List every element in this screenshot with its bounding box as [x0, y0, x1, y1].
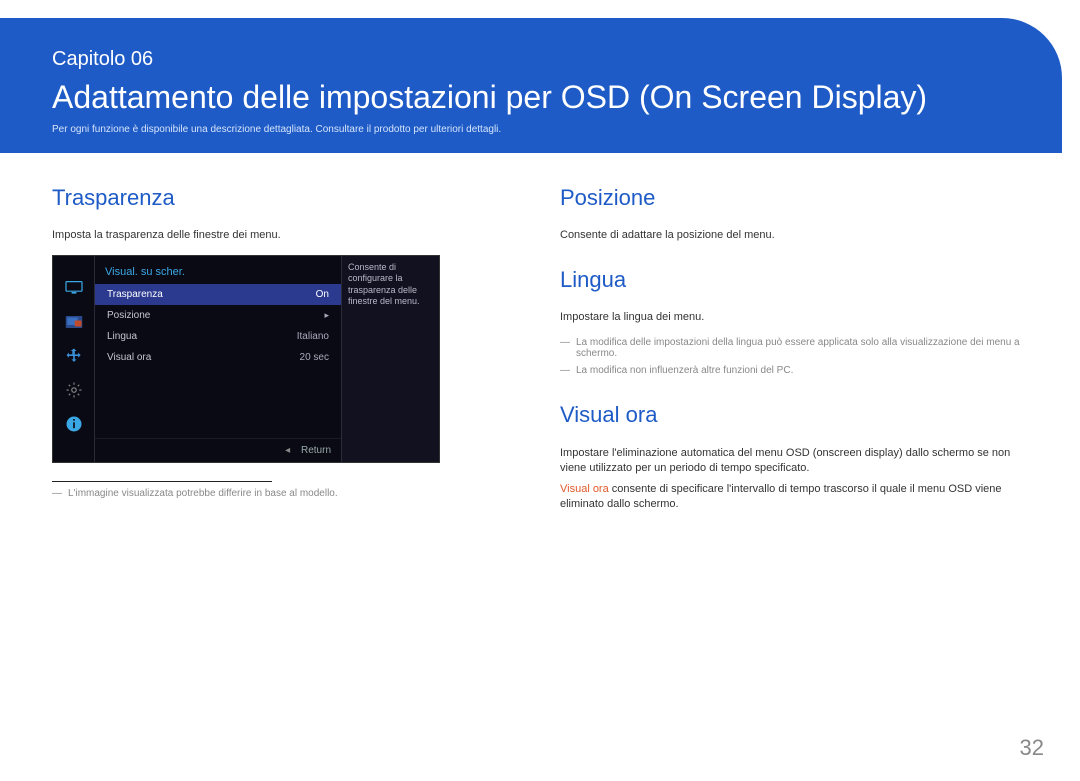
osd-help-panel: Consente di configurare la trasparenza d…: [341, 256, 439, 462]
info-icon: [64, 414, 84, 434]
section-visualora: Visual ora Impostare l'eliminazione auto…: [560, 402, 1028, 511]
desc-trasparenza: Imposta la trasparenza delle finestre de…: [52, 229, 520, 241]
osd-row: Trasparenza On: [95, 284, 341, 305]
section-trasparenza: Trasparenza Imposta la trasparenza delle…: [52, 185, 520, 499]
osd-sidebar: [53, 256, 95, 462]
osd-row: Posizione ▸: [95, 305, 341, 326]
heading-trasparenza: Trasparenza: [52, 185, 520, 211]
heading-visualora: Visual ora: [560, 402, 1028, 428]
visualora-p1: Impostare l'eliminazione automatica del …: [560, 446, 1028, 476]
visualora-p2-rest: consente di specificare l'intervallo di …: [560, 483, 1002, 510]
visualora-highlight: Visual ora: [560, 483, 609, 495]
chapter-title: Adattamento delle impostazioni per OSD (…: [52, 79, 1010, 116]
chevron-right-icon: ▸: [324, 310, 329, 321]
osd-row-label: Visual ora: [107, 352, 151, 363]
chapter-header: Capitolo 06 Adattamento delle impostazio…: [0, 18, 1062, 153]
content-area: Trasparenza Imposta la trasparenza delle…: [0, 153, 1080, 537]
note-lingua-2: La modifica non influenzerà altre funzio…: [560, 365, 1028, 376]
gear-icon: [64, 380, 84, 400]
picture-icon: [64, 312, 84, 332]
chapter-subtitle: Per ogni funzione è disponibile una desc…: [52, 124, 1010, 135]
chapter-label: Capitolo 06: [52, 48, 1010, 71]
osd-row-value: On: [316, 289, 329, 300]
desc-posizione: Consente di adattare la posizione del me…: [560, 229, 1028, 241]
osd-row: Visual ora 20 sec: [95, 347, 341, 368]
page-number: 32: [1020, 735, 1044, 761]
section-lingua: Lingua Impostare la lingua dei menu. La …: [560, 267, 1028, 376]
left-column: Trasparenza Imposta la trasparenza delle…: [52, 185, 520, 537]
right-column: Posizione Consente di adattare la posizi…: [560, 185, 1028, 537]
osd-return-bar: ◂ Return: [95, 438, 341, 462]
note-lingua-1: La modifica delle impostazioni della lin…: [560, 337, 1028, 359]
footnote-image-differ: L'immagine visualizzata potrebbe differi…: [52, 488, 520, 499]
section-posizione: Posizione Consente di adattare la posizi…: [560, 185, 1028, 241]
osd-row-value: Italiano: [297, 331, 329, 342]
osd-row-label: Trasparenza: [107, 289, 163, 300]
arrows-icon: [64, 346, 84, 366]
osd-spacer: [95, 368, 341, 438]
osd-menu-list: Trasparenza On Posizione ▸ Lingua Italiano Vis…: [95, 284, 341, 368]
heading-posizione: Posizione: [560, 185, 1028, 211]
osd-return-label: Return: [301, 445, 331, 456]
osd-row-value: 20 sec: [300, 352, 329, 363]
return-arrow-icon: ◂: [285, 445, 290, 456]
osd-screenshot: Visual. su scher. Trasparenza On Posizione…: [52, 255, 440, 463]
osd-panel-title: Visual. su scher.: [95, 256, 341, 284]
osd-main-panel: Visual. su scher. Trasparenza On Posizione…: [95, 256, 341, 462]
osd-row-label: Posizione: [107, 310, 150, 321]
osd-row: Lingua Italiano: [95, 326, 341, 347]
footnote-divider: [52, 481, 272, 482]
heading-lingua: Lingua: [560, 267, 1028, 293]
visualora-p2: Visual ora consente di specificare l'int…: [560, 482, 1028, 512]
osd-row-label: Lingua: [107, 331, 137, 342]
desc-lingua: Impostare la lingua dei menu.: [560, 311, 1028, 323]
monitor-icon: [64, 278, 84, 298]
